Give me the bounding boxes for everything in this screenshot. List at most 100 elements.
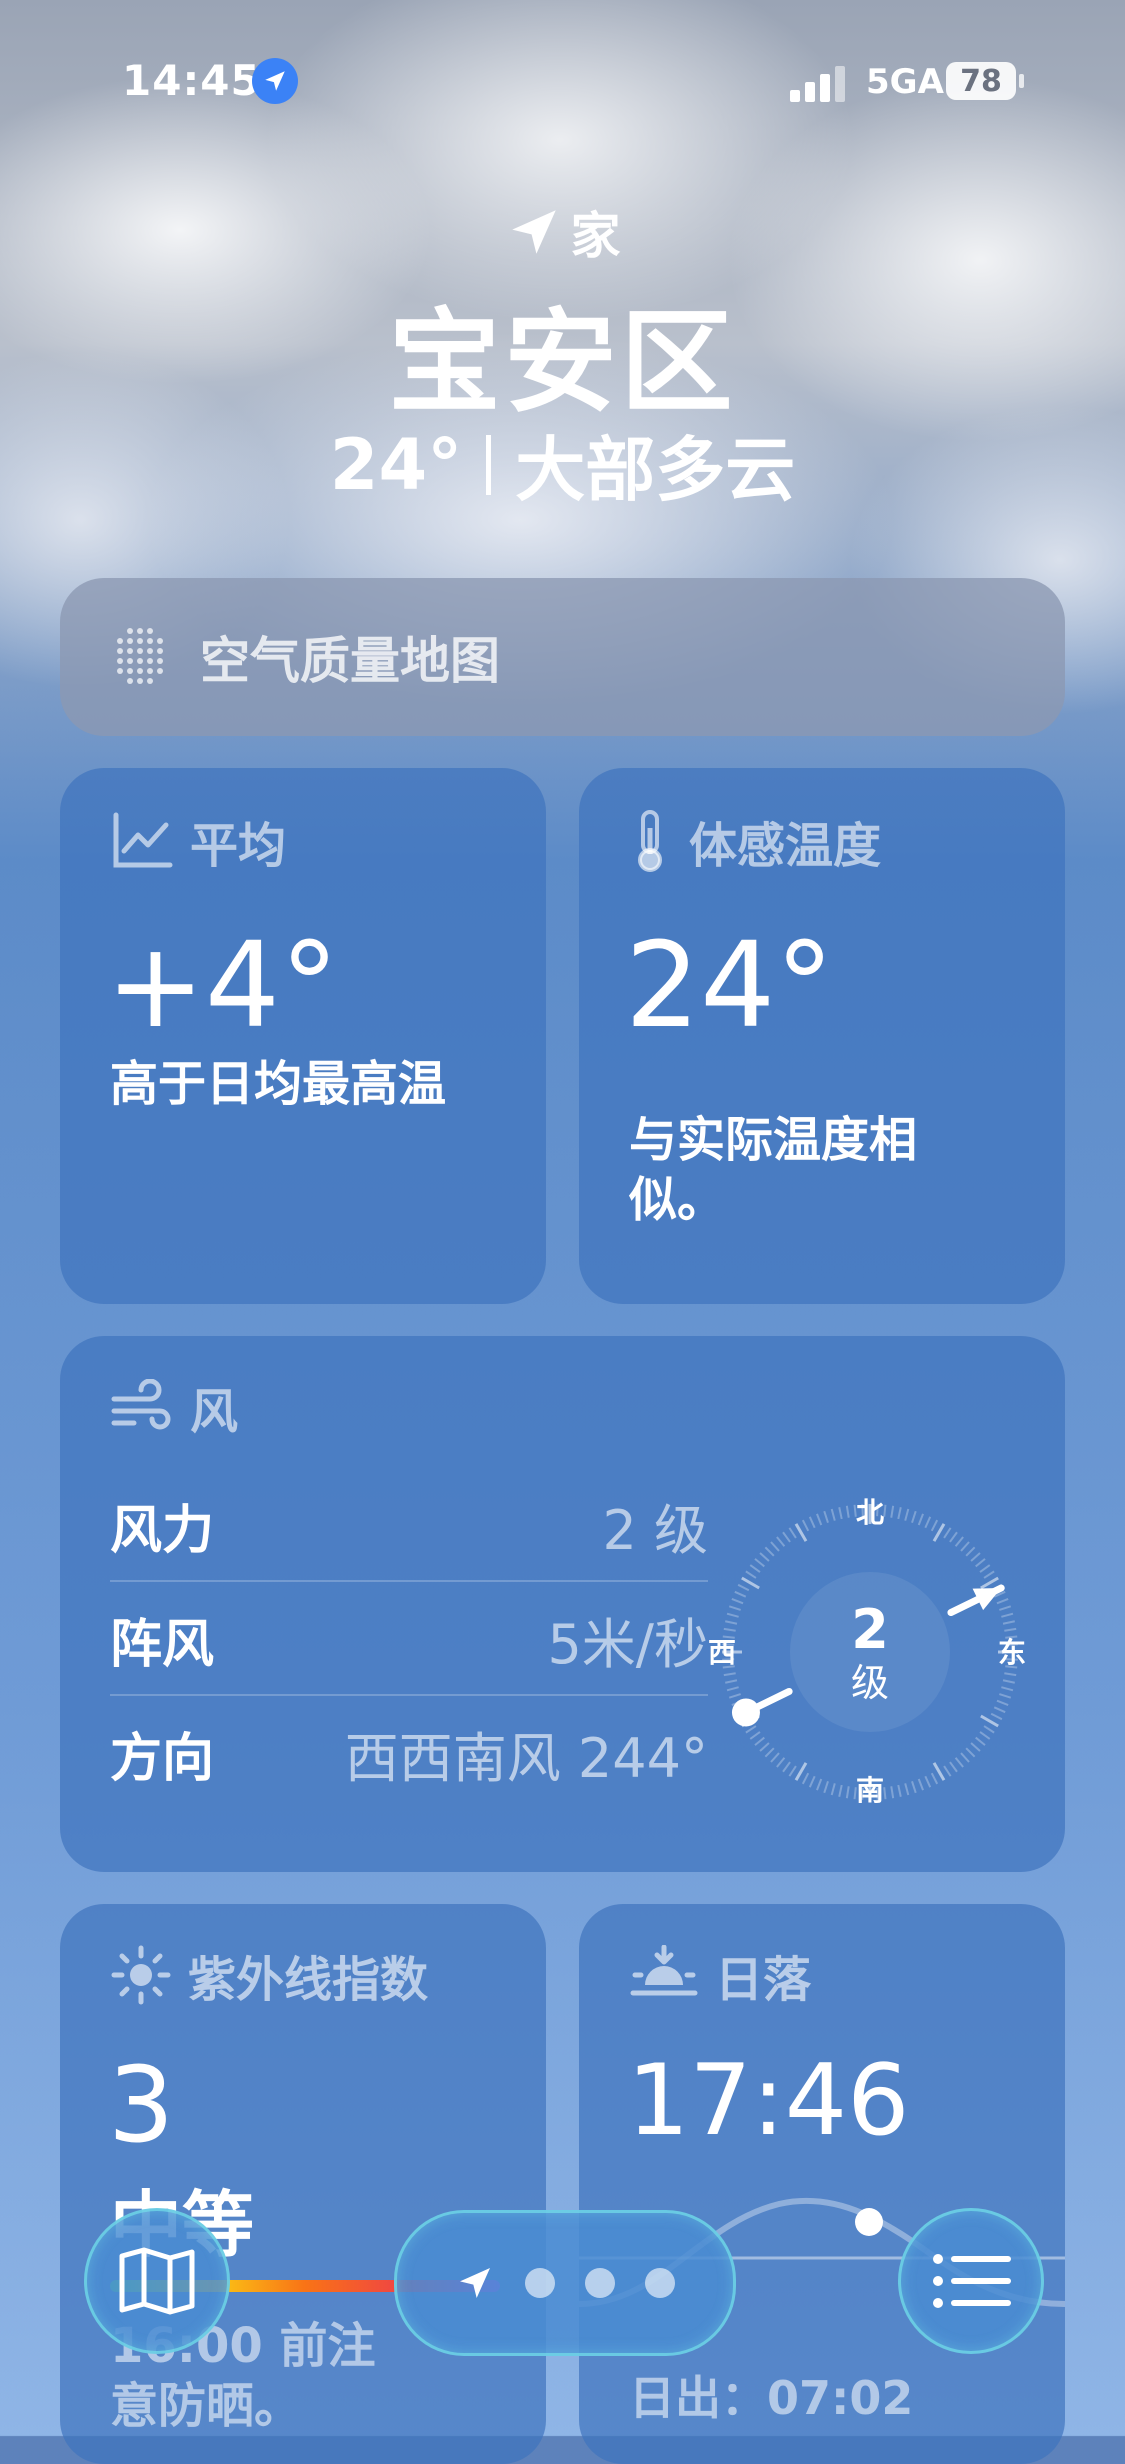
compass-tick	[726, 1686, 739, 1692]
compass-tick	[1002, 1620, 1015, 1625]
compass-tick	[911, 1781, 917, 1794]
cellular-signal-icon	[790, 66, 845, 102]
compass-tick	[949, 1531, 958, 1543]
compass-tick	[808, 1516, 816, 1529]
sunset-icon	[630, 1945, 698, 1996]
compass-tick	[932, 1523, 946, 1542]
sunset-time: 17:46	[627, 2044, 910, 2158]
current-temperature: 24°	[329, 423, 463, 506]
compass-tick	[823, 1781, 829, 1794]
condition-divider	[486, 434, 492, 495]
sunset-card[interactable]: 日落 17:46 日出：07:02	[579, 1904, 1065, 2464]
compass-tick	[764, 1546, 775, 1557]
wind-card[interactable]: 风 风力 2 级 阵风 5米/秒 方向 西西南风 244° 北 南 东 西 2 …	[60, 1336, 1065, 1872]
compass-tick	[990, 1712, 1003, 1721]
compass-tick	[996, 1598, 1009, 1605]
compass-tick	[983, 1570, 995, 1579]
average-value: +4°	[106, 916, 339, 1054]
compass-tick	[745, 1725, 757, 1734]
compass-tick	[917, 1513, 924, 1526]
compass-tick	[754, 1736, 765, 1746]
compass-tick	[823, 1510, 829, 1523]
compass-tick	[725, 1679, 738, 1684]
uv-card-header: 紫外线指数	[110, 1940, 428, 2010]
compass-west: 西	[708, 1636, 736, 1669]
compass-tick	[782, 1761, 791, 1773]
compass-tick	[754, 1558, 765, 1568]
status-time: 14:45	[122, 56, 261, 105]
compass-north: 北	[856, 1496, 884, 1529]
feels-like-description: 与实际温度相似。	[629, 1112, 918, 1228]
compass-tick	[949, 1761, 958, 1773]
air-quality-map-card[interactable]: 空气质量地图	[60, 578, 1065, 736]
compass-tick	[954, 1757, 964, 1768]
uv-title: 紫外线指数	[188, 1952, 429, 2008]
list-icon	[933, 2254, 1011, 2308]
compass-tick	[776, 1757, 786, 1768]
compass-tick	[770, 1752, 780, 1763]
compass-tick	[932, 1762, 946, 1781]
compass-tick	[808, 1775, 816, 1788]
current-location-page-icon	[460, 2268, 490, 2298]
compass-tick	[970, 1742, 981, 1752]
wind-compass: 北 南 东 西 2 级	[708, 1496, 1026, 1807]
compass-tick	[930, 1519, 939, 1532]
page-dot[interactable]	[585, 2268, 615, 2298]
feels-like-card-header: 体感温度	[629, 806, 881, 876]
dots-grid-icon	[117, 628, 163, 684]
compass-tick	[980, 1576, 999, 1590]
compass-tick	[999, 1605, 1012, 1611]
feels-like-title: 体感温度	[689, 818, 882, 874]
map-button[interactable]	[84, 2208, 230, 2354]
average-description: 高于日均最高温	[110, 1056, 447, 1112]
feels-like-card[interactable]: 体感温度 24° 与实际温度相似。	[579, 768, 1065, 1304]
compass-tick	[728, 1693, 741, 1699]
sunset-title: 日落	[715, 1952, 812, 2008]
compass-tick	[965, 1546, 976, 1557]
compass-tick	[723, 1672, 736, 1677]
average-card[interactable]: 平均 +4° 高于日均最高温	[60, 768, 546, 1304]
location-name: 家	[570, 207, 621, 265]
page-indicator[interactable]	[394, 2210, 736, 2356]
wind-icon	[111, 1379, 171, 1430]
page-dot[interactable]	[525, 2268, 555, 2298]
compass-center-value: 2	[851, 1598, 889, 1661]
compass-tick	[904, 1508, 910, 1521]
compass-tick	[917, 1778, 924, 1791]
thermometer-icon	[638, 810, 662, 872]
compass-tick	[725, 1620, 738, 1625]
compass-tick	[1004, 1672, 1017, 1677]
wind-direction-tail	[731, 1698, 760, 1727]
compass-tick	[924, 1775, 932, 1788]
compass-east: 东	[998, 1636, 1026, 1669]
feels-like-value: 24°	[625, 916, 835, 1054]
location-list-button[interactable]	[898, 2208, 1044, 2354]
page-dot[interactable]	[645, 2268, 675, 2298]
chart-line-icon	[113, 812, 173, 868]
compass-tick	[816, 1778, 823, 1791]
wind-title: 风	[190, 1384, 239, 1440]
compass-tick	[759, 1552, 770, 1562]
wind-force-label: 风力	[110, 1500, 215, 1561]
compass-tick	[975, 1558, 986, 1568]
compass-tick	[845, 1505, 850, 1518]
compass-tick	[838, 1784, 843, 1797]
compass-tick	[911, 1510, 917, 1523]
compass-tick	[890, 1505, 895, 1518]
compass-tick	[788, 1527, 797, 1539]
average-card-header: 平均	[110, 806, 286, 876]
uv-index-card[interactable]: 紫外线指数 3 中等 16:00 前注意防晒。	[60, 1904, 546, 2464]
wind-gust-label: 阵风	[110, 1614, 215, 1675]
air-quality-map-label: 空气质量地图	[200, 632, 500, 690]
compass-tick	[883, 1504, 887, 1517]
compass-tick	[745, 1570, 757, 1579]
compass-tick	[943, 1765, 952, 1777]
compass-center-unit: 级	[851, 1661, 889, 1705]
compass-tick	[983, 1725, 995, 1734]
battery-indicator: 78	[946, 62, 1016, 100]
compass-tick	[776, 1536, 786, 1547]
compass-tick	[975, 1736, 986, 1746]
compass-tick	[960, 1752, 970, 1763]
sun-position-marker	[855, 2208, 883, 2236]
compass-tick	[970, 1552, 981, 1562]
